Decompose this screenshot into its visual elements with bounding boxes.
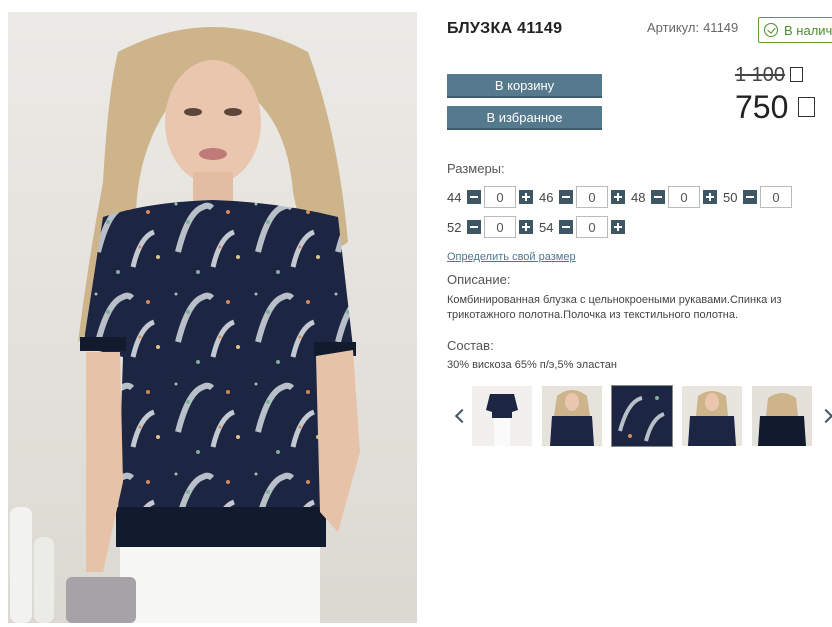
article-label: Артикул: xyxy=(647,20,700,35)
thumbnail[interactable] xyxy=(682,386,742,446)
old-price: 1 100 xyxy=(735,64,804,87)
quantity-input-50[interactable] xyxy=(760,186,792,208)
description-label: Описание: xyxy=(447,272,511,287)
size-guide-link[interactable]: Определить свой размер xyxy=(447,251,576,263)
plus-icon[interactable] xyxy=(703,190,717,204)
plus-icon[interactable] xyxy=(611,220,625,234)
quantity-input-44[interactable] xyxy=(484,186,516,208)
thumbnail[interactable] xyxy=(542,386,602,446)
add-to-cart-button[interactable]: В корзину xyxy=(447,74,602,96)
article-number: Артикул: 41149 xyxy=(647,20,738,35)
stock-label: В наличии xyxy=(784,22,832,38)
size-row: 44 46 48 50 xyxy=(447,186,801,208)
minus-icon[interactable] xyxy=(467,220,481,234)
old-price-value: 1 100 xyxy=(735,64,786,86)
size-item-48: 48 xyxy=(631,186,717,208)
minus-icon[interactable] xyxy=(467,190,481,204)
plus-icon[interactable] xyxy=(519,190,533,204)
minus-icon[interactable] xyxy=(651,190,665,204)
size-item-46: 46 xyxy=(539,186,625,208)
article-value: 41149 xyxy=(703,20,739,35)
add-to-favorites-button[interactable]: В избранное xyxy=(447,106,602,128)
size-number: 46 xyxy=(539,189,554,205)
check-circle-icon xyxy=(764,23,778,37)
currency-icon xyxy=(790,66,804,82)
stock-badge: В наличии xyxy=(758,17,832,43)
size-item-52: 52 xyxy=(447,216,533,238)
currency-icon xyxy=(798,96,816,117)
quantity-input-46[interactable] xyxy=(576,186,608,208)
thumbnail-active[interactable] xyxy=(611,385,673,447)
composition-text: 30% вискоза 65% п/э,5% эластан xyxy=(447,359,617,371)
size-number: 48 xyxy=(631,189,646,205)
size-row: 52 54 xyxy=(447,216,631,238)
chevron-left-icon[interactable] xyxy=(452,406,466,426)
thumbnail[interactable] xyxy=(752,386,812,446)
sizes-label: Размеры: xyxy=(447,161,505,176)
minus-icon[interactable] xyxy=(559,220,573,234)
plus-icon[interactable] xyxy=(611,190,625,204)
size-number: 52 xyxy=(447,219,462,235)
quantity-input-48[interactable] xyxy=(668,186,700,208)
quantity-input-52[interactable] xyxy=(484,216,516,238)
description-text: Комбинированная блузка с цельнокроеными … xyxy=(447,294,782,321)
size-item-50: 50 xyxy=(723,186,795,208)
quantity-input-54[interactable] xyxy=(576,216,608,238)
product-main-photo[interactable] xyxy=(8,12,417,623)
current-price-value: 750 xyxy=(735,89,789,125)
composition-label: Состав: xyxy=(447,338,494,353)
size-number: 54 xyxy=(539,219,554,235)
minus-icon[interactable] xyxy=(559,190,573,204)
thumbnail-gallery xyxy=(452,385,832,447)
size-item-44: 44 xyxy=(447,186,533,208)
minus-icon[interactable] xyxy=(743,190,757,204)
plus-icon[interactable] xyxy=(519,220,533,234)
size-item-54: 54 xyxy=(539,216,625,238)
current-price: 750 xyxy=(735,89,816,126)
thumbnail[interactable] xyxy=(472,386,532,446)
size-number: 50 xyxy=(723,189,738,205)
chevron-right-icon[interactable] xyxy=(820,406,832,426)
size-number: 44 xyxy=(447,189,462,205)
product-title: БЛУЗКА 41149 xyxy=(447,20,563,37)
